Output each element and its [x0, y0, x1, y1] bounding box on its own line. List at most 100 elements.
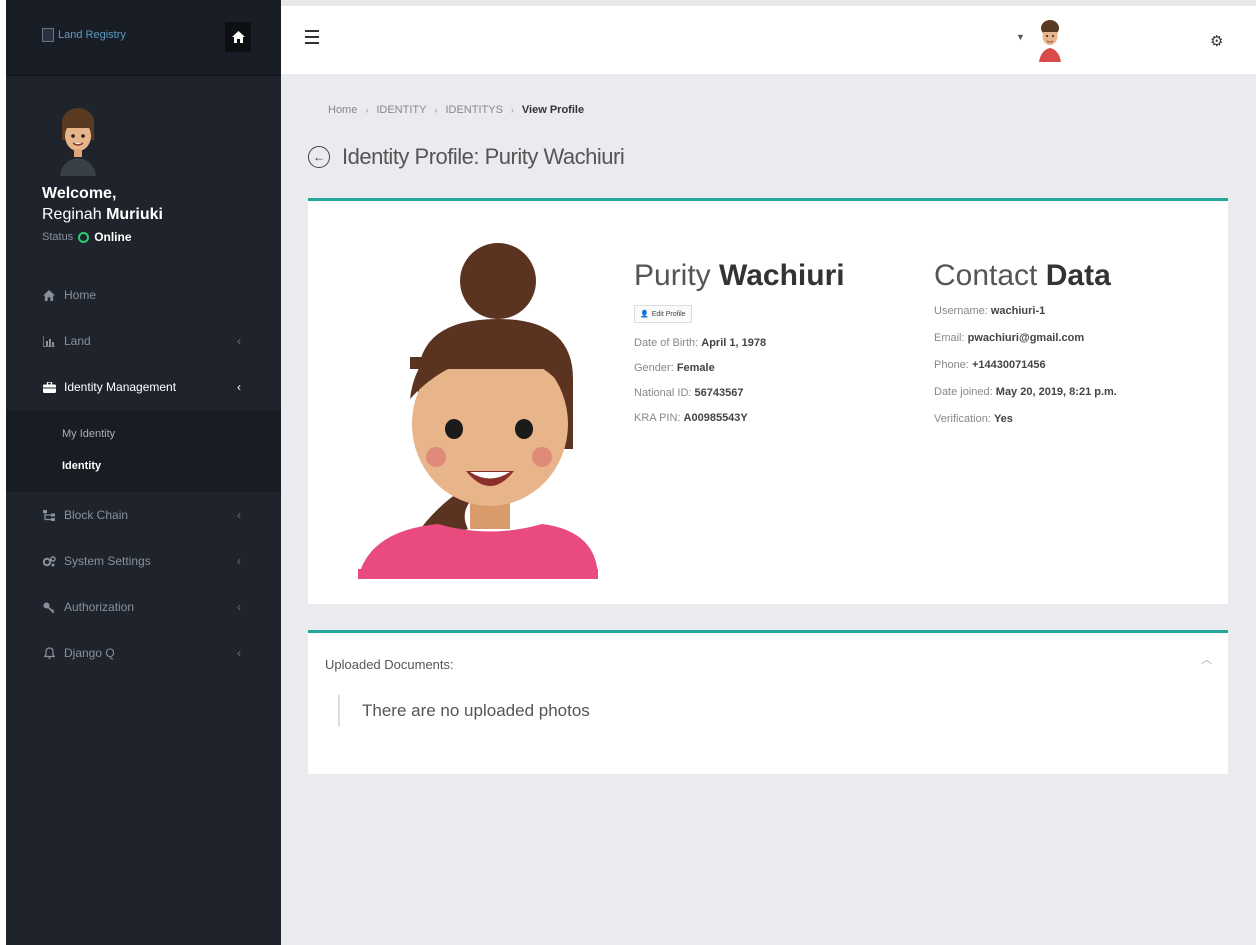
gender-row: Gender: Female	[634, 362, 845, 374]
sidebar-item-home[interactable]: Home	[6, 272, 281, 318]
chevron-left-icon: ‹	[237, 334, 241, 348]
verification-value: Yes	[993, 413, 1013, 425]
breadcrumb: Home › IDENTITY › IDENTITYS › View Profi…	[328, 104, 584, 116]
top-navbar: ▼ ⚙	[281, 0, 1256, 74]
profile-first-name: Purity	[634, 259, 711, 292]
gender-value: Female	[676, 362, 715, 374]
sidebar-item-identity-management[interactable]: Identity Management ‹	[6, 364, 281, 410]
status-value: Online	[94, 230, 132, 244]
back-arrow-icon[interactable]: ←	[308, 146, 330, 168]
chevron-left-icon: ‹	[237, 646, 241, 660]
chart-icon	[42, 334, 56, 348]
dob-row: Date of Birth: April 1, 1978	[634, 337, 845, 349]
caret-down-icon[interactable]: ▼	[1016, 32, 1025, 42]
submenu-item-identity[interactable]: Identity	[6, 450, 281, 482]
brand-alt-text: Land Registry	[58, 29, 126, 41]
sidebar-menu: Home Land ‹ Identity Management ‹ My Ide…	[6, 272, 281, 676]
kra-pin-row: KRA PIN: A00985543Y	[634, 412, 845, 424]
chevron-right-icon: ›	[434, 105, 438, 115]
no-documents-message: There are no uploaded photos	[338, 695, 590, 727]
breadcrumb-identity[interactable]: IDENTITY	[376, 104, 426, 116]
date-joined-row: Date joined: May 20, 2019, 8:21 p.m.	[934, 386, 1117, 398]
email-value: pwachiuri@gmail.com	[967, 332, 1085, 344]
gender-label: Gender:	[634, 362, 674, 374]
submenu-item-my-identity[interactable]: My Identity	[6, 418, 281, 450]
main-content: Home › IDENTITY › IDENTITYS › View Profi…	[281, 74, 1256, 945]
home-icon	[231, 31, 245, 43]
avatar	[60, 108, 96, 176]
user-name: Reginah Muriuki	[42, 206, 262, 224]
sidebar-item-label: Authorization	[64, 600, 135, 614]
menu-toggle-icon[interactable]	[305, 30, 319, 48]
dob-label: Date of Birth:	[634, 337, 699, 349]
contact-heading: Contact Data	[934, 259, 1117, 293]
username-value: wachiuri-1	[990, 305, 1046, 317]
email-label: Email:	[934, 332, 965, 344]
user-panel: Welcome, Reginah Muriuki Status Online	[42, 100, 262, 244]
sidebar-item-block-chain[interactable]: Block Chain ‹	[6, 492, 281, 538]
national-id-row: National ID: 56743567	[634, 387, 845, 399]
sidebar-item-django-q[interactable]: Django Q ‹	[6, 630, 281, 676]
edit-profile-label: Edit Profile	[651, 310, 686, 318]
profile-avatar-image	[358, 243, 598, 579]
date-joined-value: May 20, 2019, 8:21 p.m.	[995, 386, 1117, 398]
user-avatar[interactable]	[1036, 18, 1064, 62]
chevron-left-icon: ‹	[237, 508, 241, 522]
page-title-row: ← Identity Profile: Purity Wachiuri	[308, 144, 625, 170]
broken-image-icon	[42, 28, 54, 42]
contact-details: Contact Data Username: wachiuri-1 Email:…	[934, 259, 1117, 425]
phone-label: Phone:	[934, 359, 969, 371]
national-id-value: 56743567	[694, 387, 744, 399]
chevron-left-icon: ‹	[237, 380, 241, 394]
status-label: Status	[42, 231, 74, 243]
page-title: Identity Profile: Purity Wachiuri	[342, 144, 625, 169]
kra-pin-label: KRA PIN:	[634, 412, 681, 424]
verification-row: Verification: Yes	[934, 413, 1117, 425]
user-icon: 👤	[640, 311, 649, 318]
chevron-left-icon: ‹	[237, 600, 241, 614]
sitemap-icon	[42, 508, 56, 522]
gear-icon[interactable]: ⚙	[1210, 32, 1223, 50]
sidebar-item-label: Land	[64, 334, 91, 348]
user-first-name: Reginah	[42, 206, 102, 223]
chevron-up-icon[interactable]: ︿	[1201, 651, 1212, 667]
identity-submenu: My Identity Identity	[6, 410, 281, 492]
brand-logo[interactable]: Land Registry	[42, 28, 126, 42]
no-documents-text: There are no uploaded photos	[362, 701, 590, 720]
status-line: Status Online	[42, 230, 262, 244]
user-last-name: Muriuki	[106, 206, 163, 223]
breadcrumb-current: View Profile	[521, 104, 585, 116]
phone-row: Phone: +14430071456	[934, 359, 1117, 371]
profile-card: Purity Wachiuri 👤 Edit Profile Date of B…	[308, 198, 1228, 604]
username-label: Username:	[934, 305, 988, 317]
bell-icon	[42, 646, 56, 660]
username-row: Username: wachiuri-1	[934, 305, 1117, 317]
sidebar-item-label: Identity Management	[64, 380, 177, 394]
chevron-right-icon: ›	[510, 105, 514, 115]
contact-heading-bold: Data	[1045, 259, 1111, 292]
key-icon	[42, 600, 56, 614]
contact-heading-light: Contact	[934, 259, 1038, 292]
sidebar-item-system-settings[interactable]: System Settings ‹	[6, 538, 281, 584]
documents-header: Uploaded Documents:	[325, 657, 454, 672]
sidebar-item-land[interactable]: Land ‹	[6, 318, 281, 364]
sidebar: Land Registry Welcome, Reginah Muriuki S…	[6, 0, 281, 945]
profile-details: Purity Wachiuri 👤 Edit Profile Date of B…	[634, 259, 845, 424]
gears-icon	[42, 554, 56, 568]
sidebar-item-label: System Settings	[64, 554, 151, 568]
edit-profile-button[interactable]: 👤 Edit Profile	[634, 305, 692, 323]
welcome-text: Welcome,	[42, 185, 117, 202]
breadcrumb-home[interactable]: Home	[328, 104, 357, 116]
submenu-item-label: Identity	[62, 460, 102, 472]
verification-label: Verification:	[934, 413, 991, 425]
home-button[interactable]	[225, 22, 251, 52]
chevron-left-icon: ‹	[237, 554, 241, 568]
profile-name: Purity Wachiuri	[634, 259, 845, 293]
documents-card: Uploaded Documents: ︿ There are no uploa…	[308, 630, 1228, 774]
profile-last-name: Wachiuri	[719, 259, 845, 292]
kra-pin-value: A00985543Y	[683, 412, 748, 424]
breadcrumb-identitys[interactable]: IDENTITYS	[445, 104, 502, 116]
sidebar-item-authorization[interactable]: Authorization ‹	[6, 584, 281, 630]
briefcase-icon	[42, 380, 56, 394]
sidebar-item-label: Block Chain	[64, 508, 129, 522]
